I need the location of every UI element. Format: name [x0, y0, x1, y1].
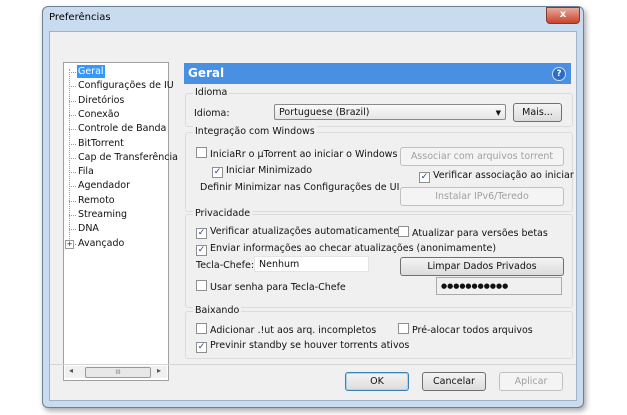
- horizontal-scrollbar[interactable]: ◂ III ▸: [65, 366, 167, 378]
- scroll-right-arrow[interactable]: ▸: [157, 366, 161, 375]
- checkbox-box: [398, 226, 409, 237]
- group-label: Privacidade: [193, 208, 253, 219]
- tree-item[interactable]: Streaming: [77, 208, 128, 221]
- group-label: Baixando: [193, 305, 242, 316]
- tree-item[interactable]: Configurações de IU: [77, 79, 175, 92]
- checkbox-label: Iniciar Minimizado: [226, 165, 313, 176]
- tree-connector: [69, 200, 76, 202]
- tree-item[interactable]: BitTorrent: [77, 137, 125, 150]
- boss-key-input[interactable]: Nenhum: [254, 256, 369, 272]
- auto-update-checkbox[interactable]: ✓ Verificar atualizações automaticamente: [196, 226, 399, 239]
- dialog-body: Geral Configurações de IU Diretórios Conexã…: [49, 31, 577, 401]
- tree-connector: [69, 72, 76, 73]
- start-minimized-checkbox[interactable]: ✓ Iniciar Minimizado: [212, 165, 312, 178]
- language-select[interactable]: Portuguese (Brazil) ▼: [274, 104, 506, 120]
- language-value: Portuguese (Brazil): [279, 107, 370, 118]
- apply-button[interactable]: Aplicar: [499, 372, 563, 391]
- checkbox-label: Verificar associação ao iniciar: [433, 170, 574, 181]
- check-icon: ✓: [196, 245, 207, 256]
- expand-icon[interactable]: +: [65, 239, 74, 249]
- section-title: Geral: [188, 66, 225, 80]
- scroll-left-arrow[interactable]: ◂: [69, 366, 73, 375]
- beta-updates-checkbox[interactable]: Atualizar para versões betas: [398, 226, 548, 240]
- tree-item[interactable]: Controle de Banda: [77, 122, 167, 135]
- chevron-down-icon: ▼: [495, 109, 501, 117]
- checkbox-label: Pré-alocar todos arquivos: [412, 325, 533, 336]
- prevent-standby-checkbox[interactable]: ✓ Previnir standby se houver torrents ati…: [196, 340, 409, 353]
- boss-key-label: Tecla-Chefe:: [196, 260, 255, 271]
- checkbox-box: [196, 323, 207, 334]
- tree-item[interactable]: Remoto: [77, 194, 116, 207]
- clear-private-data-button[interactable]: Limpar Dados Privados: [400, 257, 564, 276]
- append-ut-checkbox[interactable]: Adicionar .!ut aos arq. incompletos: [196, 323, 376, 337]
- window-title: Preferências: [49, 12, 111, 23]
- windows-integration-group: Integração com Windows IniciaRr o µTorre…: [185, 126, 574, 212]
- tree-item[interactable]: Agendador: [77, 179, 131, 192]
- tree-connector: [69, 157, 76, 159]
- group-label: Integração com Windows: [193, 126, 317, 137]
- tree-connector: [69, 114, 76, 116]
- more-languages-button[interactable]: Mais...: [513, 103, 562, 122]
- minimize-note: Definir Minimizar nas Configurações de U…: [200, 182, 400, 193]
- checkbox-label: Enviar informações ao checar atualizaçõe…: [210, 243, 497, 254]
- check-icon: ✓: [419, 172, 430, 183]
- verify-association-checkbox[interactable]: ✓ Verificar associação ao iniciar: [419, 170, 574, 183]
- preferences-dialog: Preferências x Geral Configurações de IU D…: [42, 6, 584, 408]
- checkbox-label: Previnir standby se houver torrents ativ…: [210, 340, 410, 351]
- preallocate-checkbox[interactable]: Pré-alocar todos arquivos: [398, 323, 533, 337]
- checkbox-box: [196, 147, 207, 158]
- associate-torrent-button[interactable]: Associar com arquivos torrent: [400, 147, 564, 166]
- group-label: Idioma: [193, 87, 230, 98]
- language-group: Idioma Idioma: Portuguese (Brazil) ▼ Mai…: [185, 87, 573, 127]
- section-header: Geral ?: [184, 63, 571, 84]
- category-tree[interactable]: Geral Configurações de IU Diretórios Conexã…: [63, 62, 178, 381]
- tree-item[interactable]: Conexão: [77, 108, 120, 121]
- tree-connector: [69, 129, 76, 131]
- tree-connector: [69, 86, 76, 88]
- tree-connector: [69, 100, 76, 102]
- install-ipv6-button[interactable]: Instalar IPv6/Teredo: [400, 187, 564, 206]
- tree-item[interactable]: DNA: [77, 222, 100, 235]
- tree-connector: [69, 215, 76, 216]
- checkbox-label: Atualizar para versões betas: [412, 228, 548, 239]
- divider: [50, 364, 576, 365]
- send-info-checkbox[interactable]: ✓ Enviar informações ao checar atualizaçõ…: [196, 243, 496, 256]
- checkbox-label: Adicionar .!ut aos arq. incompletos: [210, 325, 377, 336]
- scroll-thumb[interactable]: III: [85, 367, 151, 378]
- tree-item[interactable]: Diretórios: [77, 94, 125, 107]
- tree-item[interactable]: Fila: [77, 165, 95, 178]
- checkbox-box: [398, 323, 409, 334]
- cancel-button[interactable]: Cancelar: [422, 372, 486, 391]
- tree-connector: [69, 172, 76, 174]
- tree-connector: [69, 229, 76, 231]
- privacy-group: Privacidade ✓ Verificar atualizações auto…: [185, 208, 573, 308]
- tree-connector: [69, 186, 76, 188]
- start-with-windows-checkbox[interactable]: IniciaRr o µTorrent ao iniciar o Windows: [196, 147, 397, 161]
- language-label: Idioma:: [194, 108, 230, 119]
- tree-item[interactable]: Geral: [77, 65, 105, 78]
- close-button[interactable]: x: [546, 7, 580, 24]
- help-icon[interactable]: ?: [552, 67, 566, 81]
- checkbox-box: [196, 280, 207, 291]
- use-password-checkbox[interactable]: Usar senha para Tecla-Chefe: [196, 280, 346, 294]
- ok-button[interactable]: OK: [345, 372, 409, 391]
- tree-connector: [69, 143, 76, 145]
- tree-item[interactable]: Avançado: [77, 237, 125, 250]
- downloading-group: Baixando Adicionar .!ut aos arq. incompl…: [185, 305, 573, 359]
- password-input[interactable]: ●●●●●●●●●●●: [436, 277, 562, 295]
- check-icon: ✓: [196, 342, 207, 353]
- checkbox-label: Usar senha para Tecla-Chefe: [210, 282, 346, 293]
- check-icon: ✓: [212, 167, 223, 178]
- check-icon: ✓: [196, 228, 207, 239]
- checkbox-label: Verificar atualizações automaticamente: [210, 226, 399, 237]
- checkbox-label: IniciaRr o µTorrent ao iniciar o Windows: [210, 149, 398, 160]
- tree-item[interactable]: Cap de Transferência: [77, 151, 179, 164]
- tree-line: [69, 69, 70, 239]
